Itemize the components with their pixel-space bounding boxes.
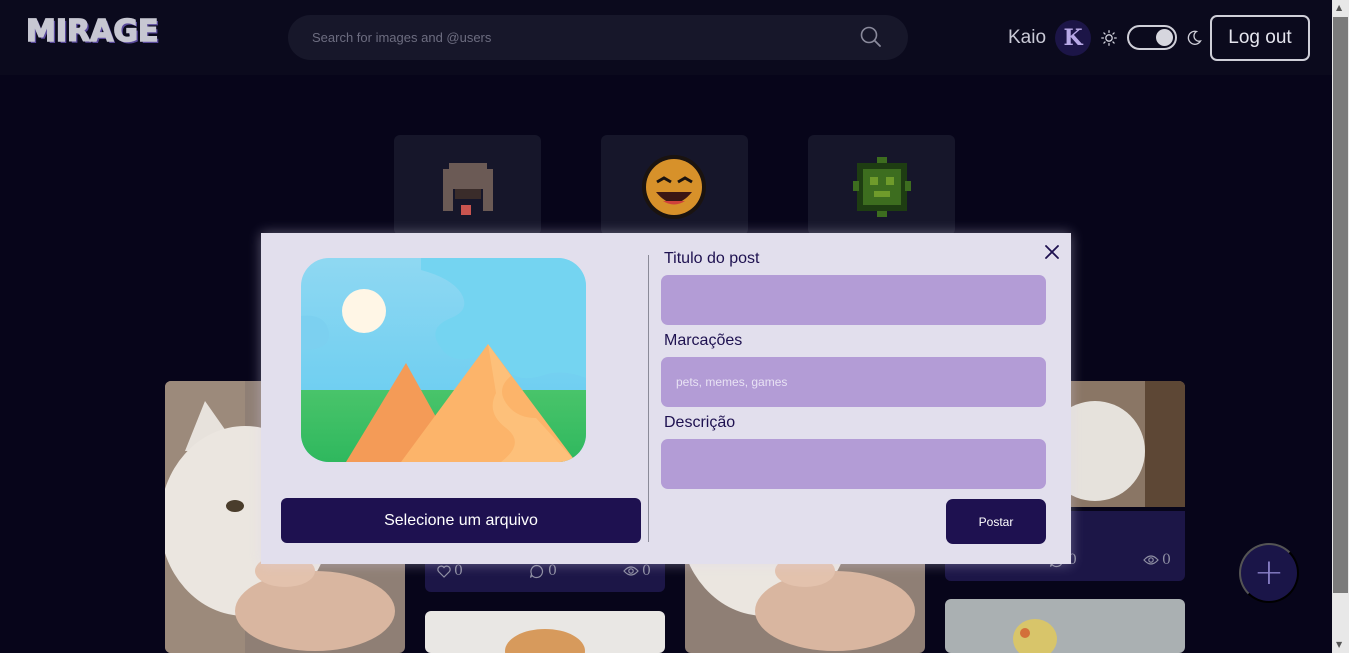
page-scrollbar[interactable]: ▲ ▼	[1332, 0, 1349, 653]
pixel-avatar-icon	[443, 163, 493, 215]
post-card[interactable]	[425, 611, 665, 653]
search-input[interactable]	[312, 15, 862, 60]
user-card[interactable]	[601, 135, 748, 235]
submit-post-button[interactable]: Postar	[946, 499, 1046, 544]
logout-button[interactable]: Log out	[1210, 15, 1310, 61]
title-label: Titulo do post	[664, 250, 760, 267]
image-placeholder-icon[interactable]	[301, 258, 586, 462]
laughing-emoji-icon	[642, 155, 706, 219]
tags-input[interactable]	[661, 357, 1046, 407]
user-card[interactable]	[394, 135, 541, 235]
heart-icon[interactable]	[437, 565, 451, 578]
eye-icon	[623, 566, 639, 576]
views-count: 0	[642, 563, 651, 579]
theme-toggle[interactable]	[1127, 25, 1177, 50]
scroll-down-arrow-icon[interactable]: ▼	[1336, 640, 1342, 649]
create-post-modal: Selecione um arquivo Titulo do post Marc…	[261, 233, 1071, 564]
close-icon[interactable]	[1044, 244, 1060, 260]
tags-label: Marcações	[664, 332, 743, 349]
comments-count: 0	[548, 563, 557, 579]
description-label: Descrição	[664, 414, 736, 431]
modal-divider	[648, 255, 649, 542]
scroll-up-arrow-icon[interactable]: ▲	[1336, 3, 1342, 12]
comment-icon[interactable]	[529, 564, 544, 579]
cat-photo	[425, 611, 665, 653]
search-bar	[288, 15, 908, 60]
avatar[interactable]: K	[1055, 20, 1091, 56]
description-input[interactable]	[661, 439, 1046, 489]
svg-text:MIRAGE: MIRAGE	[26, 16, 158, 49]
post-card[interactable]	[945, 599, 1185, 653]
virus-icon	[853, 157, 911, 217]
user-card[interactable]	[808, 135, 955, 235]
theme-toggle-knob	[1156, 29, 1173, 46]
create-post-button[interactable]: +	[1239, 543, 1299, 603]
username-label[interactable]: Kaio	[1008, 27, 1046, 49]
likes-count: 0	[454, 563, 463, 579]
title-input[interactable]	[661, 275, 1046, 325]
select-file-button[interactable]: Selecione um arquivo	[281, 498, 641, 543]
views-count: 0	[1162, 552, 1171, 568]
search-icon[interactable]	[860, 26, 882, 48]
top-header: MIRAGE MIRAGE Kaio K Log out	[0, 0, 1332, 75]
scroll-thumb[interactable]	[1333, 17, 1348, 593]
eye-icon	[1143, 555, 1159, 565]
mirage-logo[interactable]: MIRAGE MIRAGE	[26, 16, 168, 50]
moon-icon	[1187, 30, 1202, 45]
sun-icon	[1101, 30, 1117, 46]
bird-photo	[945, 599, 1185, 653]
